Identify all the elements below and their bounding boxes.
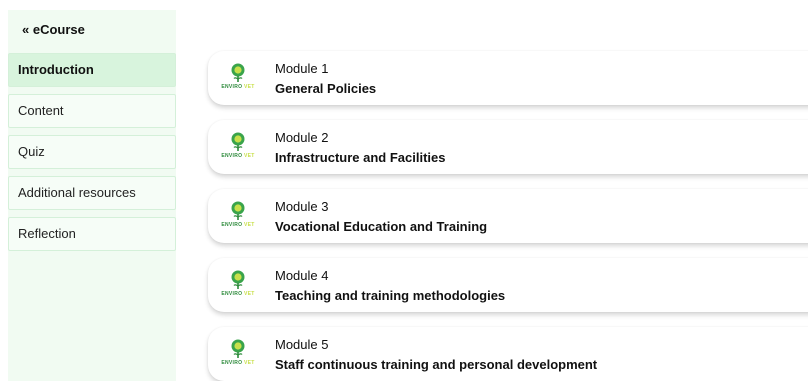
module-title: General Policies	[275, 81, 377, 96]
logo-wordmark: ENVIRO VET	[215, 84, 261, 90]
module-number: Module 5	[275, 337, 329, 352]
module-title: Staff continuous training and personal d…	[275, 357, 598, 372]
enviro-vet-logo-icon	[231, 63, 245, 82]
logo-wordmark: ENVIRO VET	[215, 222, 261, 228]
logo-wordmark: ENVIRO VET	[215, 360, 261, 366]
module-title: Teaching and training methodologies	[275, 288, 506, 303]
module-number: Module 1	[275, 61, 329, 76]
sidebar-item-content[interactable]: Content	[8, 94, 176, 128]
logo-wordmark-enviro: ENVIRO	[221, 153, 243, 159]
module-card-1[interactable]: ENVIRO VET Module 1 General Policies	[208, 51, 808, 105]
page: « eCourse Introduction Content Quiz Addi…	[0, 0, 808, 381]
logo-wordmark-enviro: ENVIRO	[221, 222, 243, 228]
logo-wordmark-enviro: ENVIRO	[221, 360, 243, 366]
enviro-vet-logo-icon	[231, 132, 245, 151]
module-card-3[interactable]: ENVIRO VET Module 3 Vocational Education…	[208, 189, 808, 243]
sidebar-item-introduction[interactable]: Introduction	[8, 53, 176, 87]
module-number: Module 2	[275, 130, 329, 145]
back-to-ecourse-link[interactable]: « eCourse	[22, 22, 85, 37]
logo-wordmark-vet: VET	[244, 360, 255, 366]
enviro-vet-logo-icon	[231, 339, 245, 358]
sidebar-item-additional-resources[interactable]: Additional resources	[8, 176, 176, 210]
module-title: Infrastructure and Facilities	[275, 150, 446, 165]
enviro-vet-logo: ENVIRO VET	[215, 199, 261, 233]
enviro-vet-logo-icon	[231, 201, 245, 220]
logo-wordmark-vet: VET	[244, 291, 255, 297]
sidebar-item-quiz[interactable]: Quiz	[8, 135, 176, 169]
logo-wordmark-enviro: ENVIRO	[221, 291, 243, 297]
logo-wordmark: ENVIRO VET	[215, 153, 261, 159]
enviro-vet-logo: ENVIRO VET	[215, 61, 261, 95]
sidebar: « eCourse Introduction Content Quiz Addi…	[8, 10, 176, 381]
sidebar-item-reflection[interactable]: Reflection	[8, 217, 176, 251]
module-card-4[interactable]: ENVIRO VET Module 4 Teaching and trainin…	[208, 258, 808, 312]
module-number: Module 4	[275, 268, 329, 283]
enviro-vet-logo: ENVIRO VET	[215, 130, 261, 164]
enviro-vet-logo: ENVIRO VET	[215, 337, 261, 371]
module-title: Vocational Education and Training	[275, 219, 488, 234]
logo-wordmark-vet: VET	[244, 153, 255, 159]
enviro-vet-logo-icon	[231, 270, 245, 289]
logo-wordmark-enviro: ENVIRO	[221, 84, 243, 90]
logo-wordmark-vet: VET	[244, 84, 255, 90]
enviro-vet-logo: ENVIRO VET	[215, 268, 261, 302]
logo-wordmark: ENVIRO VET	[215, 291, 261, 297]
module-number: Module 3	[275, 199, 329, 214]
module-card-5[interactable]: ENVIRO VET Module 5 Staff continuous tra…	[208, 327, 808, 381]
module-card-2[interactable]: ENVIRO VET Module 2 Infrastructure and F…	[208, 120, 808, 174]
logo-wordmark-vet: VET	[244, 222, 255, 228]
